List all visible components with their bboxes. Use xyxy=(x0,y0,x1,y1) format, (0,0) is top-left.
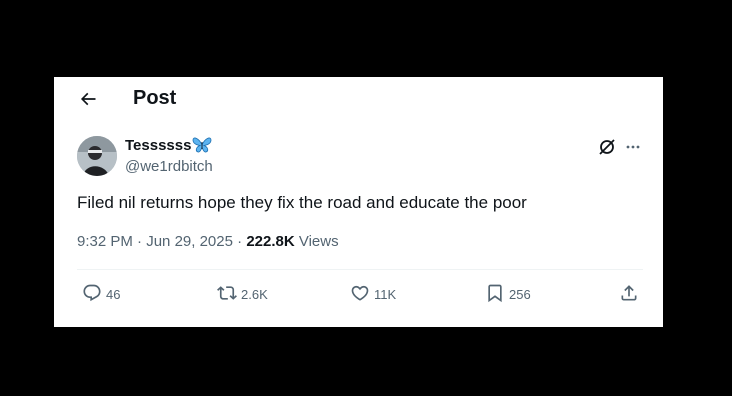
grok-icon[interactable] xyxy=(598,138,616,156)
more-icon[interactable] xyxy=(624,138,642,156)
action-bar: 46 2.6K 11K 256 xyxy=(54,283,663,307)
author-handle[interactable]: @we1rdbitch xyxy=(125,158,213,175)
repost-button[interactable]: 2.6K xyxy=(217,283,268,306)
post-date[interactable]: Jun 29, 2025 xyxy=(146,233,233,250)
divider xyxy=(77,269,643,270)
meta-separator: · xyxy=(132,233,147,250)
post-meta: 9:32 PM · Jun 29, 2025 · 222.8K Views xyxy=(77,233,339,250)
reply-icon xyxy=(82,283,106,306)
reply-count: 46 xyxy=(106,287,121,302)
like-count: 11K xyxy=(374,287,397,302)
avatar[interactable] xyxy=(77,136,117,176)
share-button[interactable] xyxy=(619,283,643,306)
post-time[interactable]: 9:32 PM xyxy=(77,233,133,250)
bookmark-button[interactable]: 256 xyxy=(485,283,531,306)
butterfly-emoji-icon xyxy=(192,136,212,154)
post-card: Post Tessssss @we1rdbitch Filed nil retu… xyxy=(54,77,663,327)
meta-separator: · xyxy=(232,233,247,250)
back-arrow-icon[interactable] xyxy=(78,89,98,109)
author-display-name[interactable]: Tessssss xyxy=(125,137,191,154)
repost-count: 2.6K xyxy=(241,287,268,302)
bookmark-count: 256 xyxy=(509,287,531,302)
page-title: Post xyxy=(133,87,177,109)
author-name-row[interactable]: Tessssss xyxy=(125,136,212,154)
views-label: Views xyxy=(294,233,339,250)
post-header: Post xyxy=(54,77,663,121)
post-text: Filed nil returns hope they fix the road… xyxy=(77,193,527,212)
share-icon xyxy=(619,283,643,306)
bookmark-icon xyxy=(485,283,509,306)
like-button[interactable]: 11K xyxy=(350,283,396,306)
views-count: 222.8K xyxy=(246,233,295,250)
reply-button[interactable]: 46 xyxy=(82,283,120,306)
repost-icon xyxy=(217,283,241,306)
like-icon xyxy=(350,283,374,306)
